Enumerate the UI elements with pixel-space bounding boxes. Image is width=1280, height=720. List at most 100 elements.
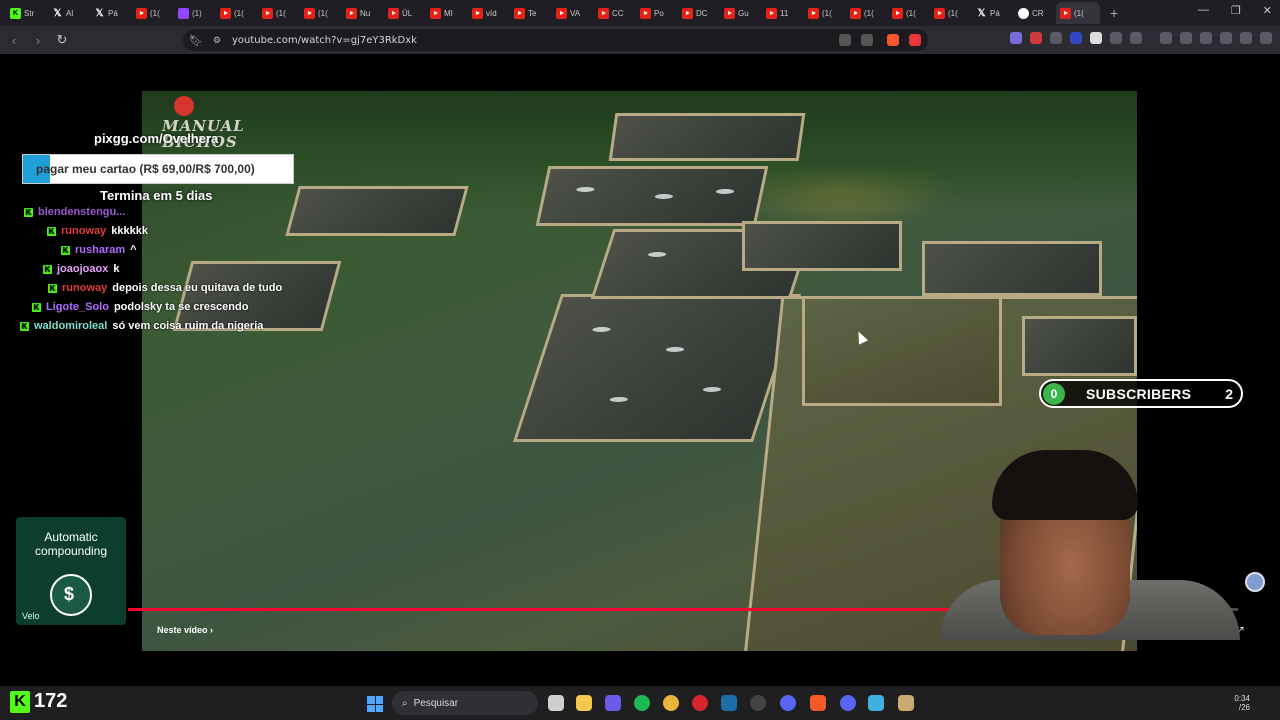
file-explorer-icon[interactable]: [576, 695, 592, 711]
address-bar[interactable]: 🔖︎ ⚙ youtube.com/watch?v=gj7eY3RkDxk: [183, 29, 928, 51]
browser-tab[interactable]: CR: [1014, 2, 1056, 24]
taskbar-search[interactable]: ⌕ Pesquisar: [392, 691, 538, 715]
brave-shields-icon[interactable]: [887, 34, 899, 46]
browser-tab[interactable]: ÚL: [384, 2, 426, 24]
screenshot-icon[interactable]: [1130, 32, 1142, 44]
chat-message: Krusharam ^: [61, 244, 137, 256]
chat-username: rusharam: [75, 244, 126, 256]
video-frame-pond: [285, 186, 469, 236]
browser-tab[interactable]: 11: [762, 2, 804, 24]
chat-message: Krunoway kkkkkk: [47, 225, 148, 237]
windows-taskbar: K 172 ⌕ Pesquisar 0:34 /26: [0, 686, 1280, 720]
browser-tab[interactable]: (1(: [216, 2, 258, 24]
app-icon[interactable]: [605, 695, 621, 711]
youtube-icon: [934, 7, 945, 19]
youtube-icon: [1060, 7, 1071, 19]
sidebar-icon[interactable]: [1180, 32, 1192, 44]
browser-tab[interactable]: 𝕏 Pá: [972, 2, 1014, 24]
youtube-icon: [766, 7, 777, 19]
tab-label: (1(: [150, 8, 160, 18]
minimize-icon[interactable]: —: [1198, 4, 1209, 17]
browser-tab[interactable]: víd: [468, 2, 510, 24]
browser-tab[interactable]: VA: [552, 2, 594, 24]
reload-icon[interactable]: ↻: [52, 32, 72, 48]
back-icon[interactable]: ‹: [4, 33, 24, 48]
close-window-icon[interactable]: ✕: [1263, 4, 1272, 17]
youtube-icon: [304, 7, 315, 19]
youtube-icon: [640, 7, 651, 19]
subscriber-count: 0: [1043, 383, 1065, 405]
browser-tab[interactable]: (1(: [1056, 2, 1100, 24]
extension-icon[interactable]: [1030, 32, 1042, 44]
extension-icon[interactable]: [1010, 32, 1022, 44]
site-info-icon[interactable]: ⚙: [213, 35, 221, 46]
extension-icon[interactable]: [1050, 32, 1062, 44]
league-of-legends-icon[interactable]: [898, 695, 914, 711]
chat-text: só vem coisa ruim da nigeria: [112, 320, 264, 332]
chrome-icon[interactable]: [663, 695, 679, 711]
restore-icon[interactable]: ❐: [1231, 4, 1241, 17]
tab-label: (1(: [234, 8, 244, 18]
system-clock[interactable]: 0:34 /26: [1234, 694, 1250, 712]
discord-icon[interactable]: [840, 695, 856, 711]
steam-icon[interactable]: [721, 695, 737, 711]
leo-ai-icon[interactable]: [1220, 32, 1232, 44]
task-view-icon[interactable]: [548, 695, 564, 711]
browser-tab[interactable]: (1(: [930, 2, 972, 24]
donation-goal-bar: pagar meu cartao (R$ 69,00/R$ 700,00): [22, 154, 294, 184]
browser-tab[interactable]: (1(: [846, 2, 888, 24]
streamer-webcam: [940, 450, 1240, 640]
opera-icon[interactable]: [692, 695, 708, 711]
kick-badge-icon: K: [48, 283, 57, 293]
media-icon[interactable]: [1160, 32, 1172, 44]
browser-tab[interactable]: DC: [678, 2, 720, 24]
sponsor-ad-card: Automatic compounding Velo: [16, 517, 126, 625]
windows-start-icon[interactable]: [367, 696, 383, 712]
cast-icon[interactable]: [839, 34, 851, 46]
obs-icon[interactable]: [750, 695, 766, 711]
chat-username: waldomiroleal: [34, 320, 108, 332]
browser-tab[interactable]: Po: [636, 2, 678, 24]
browser-tab[interactable]: (1(: [804, 2, 846, 24]
browser-tab[interactable]: 𝕏 Al: [48, 2, 90, 24]
browser-tab[interactable]: Te: [510, 2, 552, 24]
browser-tab[interactable]: K Str: [6, 2, 48, 24]
app-icon[interactable]: [780, 695, 796, 711]
spotify-icon[interactable]: [634, 695, 650, 711]
brave-icon[interactable]: [810, 695, 826, 711]
subscriber-goal-widget: 0 SUBSCRIBERS 2: [1039, 379, 1243, 408]
wallet-icon[interactable]: [1200, 32, 1212, 44]
youtube-icon: [136, 7, 147, 19]
tab-label: Po: [654, 8, 664, 18]
extensions-area: [1010, 32, 1272, 44]
browser-tab[interactable]: Nu: [342, 2, 384, 24]
menu-icon[interactable]: [1260, 32, 1272, 44]
chapter-button[interactable]: Neste vídeo ›: [157, 625, 213, 635]
tab-label: ÚL: [402, 8, 413, 18]
webcam-hair: [992, 450, 1138, 520]
browser-tab[interactable]: CC: [594, 2, 636, 24]
url-text[interactable]: youtube.com/watch?v=gj7eY3RkDxk: [232, 35, 417, 46]
puzzle-icon[interactable]: [1110, 32, 1122, 44]
extension-icon[interactable]: [1070, 32, 1082, 44]
avatar[interactable]: [1245, 572, 1265, 592]
browser-tab[interactable]: (1): [174, 2, 216, 24]
extension-icon[interactable]: [1090, 32, 1102, 44]
browser-tab[interactable]: 𝕏 Pá: [90, 2, 132, 24]
youtube-icon: [850, 7, 861, 19]
browser-tab[interactable]: Gu: [720, 2, 762, 24]
bookmark-icon[interactable]: 🔖︎: [189, 34, 203, 47]
clock-date: /26: [1238, 703, 1250, 712]
tab-label: Al: [66, 8, 74, 18]
forward-icon[interactable]: ›: [28, 33, 48, 48]
browser-tab[interactable]: (1(: [300, 2, 342, 24]
new-tab-button[interactable]: +: [1110, 5, 1118, 21]
browser-tab[interactable]: (1(: [258, 2, 300, 24]
browser-tab[interactable]: (1(: [888, 2, 930, 24]
share-icon[interactable]: [861, 34, 873, 46]
vpn-icon[interactable]: [1240, 32, 1252, 44]
brave-rewards-icon[interactable]: [909, 34, 921, 46]
notepad-icon[interactable]: [868, 695, 884, 711]
browser-tab[interactable]: (1(: [132, 2, 174, 24]
browser-tab[interactable]: MI: [426, 2, 468, 24]
